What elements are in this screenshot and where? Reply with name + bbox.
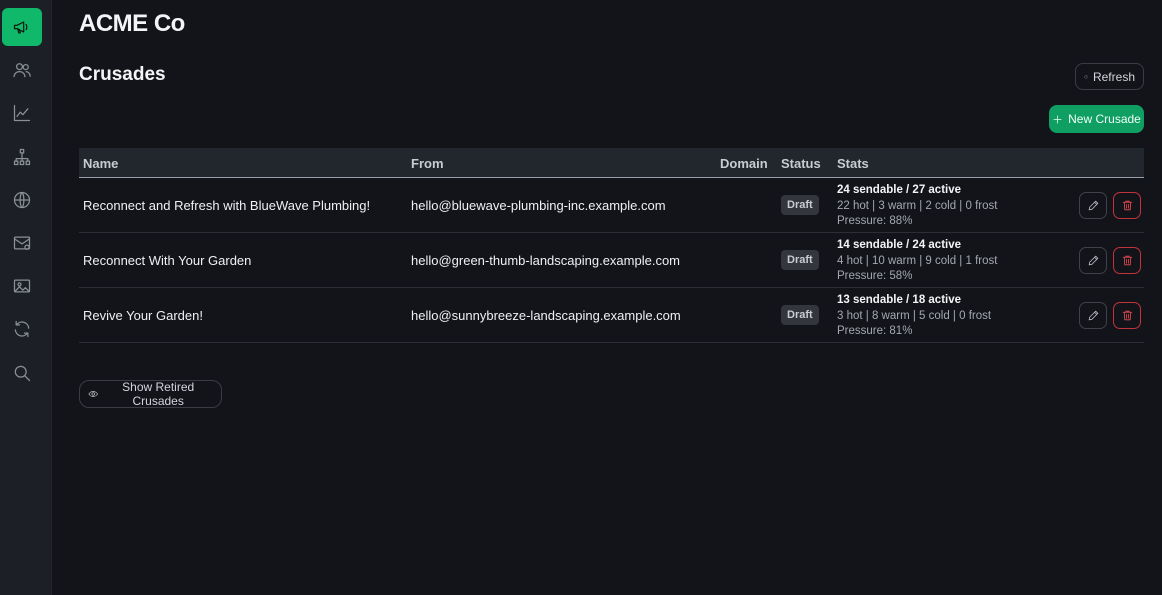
sidebar-item-contacts[interactable] (2, 51, 42, 89)
trash-icon (1122, 310, 1132, 321)
users-icon (13, 63, 31, 78)
table-row[interactable]: Revive Your Garden! hello@sunnybreeze-la… (79, 288, 1144, 343)
crusade-from: hello@green-thumb-landscaping.example.co… (411, 253, 681, 268)
stats-temperatures: 3 hot | 8 warm | 5 cold | 0 frost (837, 309, 992, 322)
globe-icon (13, 191, 31, 209)
hierarchy-icon (13, 148, 31, 166)
crusade-from: hello@sunnybreeze-landscaping.example.co… (411, 308, 681, 323)
stats-sendable: 24 sendable / 27 active (837, 184, 962, 196)
line-chart-icon (13, 104, 31, 122)
delete-button[interactable] (1113, 302, 1141, 329)
stats-sendable: 14 sendable / 24 active (837, 239, 962, 251)
sidebar-item-search[interactable] (2, 354, 42, 392)
new-crusade-button[interactable]: New Crusade (1049, 105, 1144, 133)
delete-button[interactable] (1113, 192, 1141, 219)
table-header: Name From Domain Status Stats (79, 148, 1144, 178)
sidebar-item-mail[interactable] (2, 224, 42, 262)
crusade-stats: 14 sendable / 24 active 4 hot | 10 warm … (837, 238, 997, 285)
sidebar-item-media[interactable] (2, 267, 42, 305)
delete-button[interactable] (1113, 247, 1141, 274)
status-badge: Draft (781, 305, 819, 325)
crusade-stats: 13 sendable / 18 active 3 hot | 8 warm |… (837, 293, 991, 340)
crusades-table: Name From Domain Status Stats Reconnect … (79, 148, 1144, 343)
table-row[interactable]: Reconnect and Refresh with BlueWave Plum… (79, 178, 1144, 233)
eye-icon (88, 391, 98, 397)
search-icon (14, 365, 31, 382)
pencil-icon (1088, 310, 1098, 321)
page-title: Crusades (79, 64, 166, 85)
pencil-icon (1088, 200, 1098, 211)
sidebar-item-analytics[interactable] (2, 94, 42, 132)
edit-button[interactable] (1079, 192, 1107, 219)
stats-temperatures: 22 hot | 3 warm | 2 cold | 0 frost (837, 199, 998, 212)
image-icon (13, 279, 31, 293)
stats-pressure: Pressure: 88% (837, 215, 913, 227)
refresh-label: Refresh (1092, 69, 1135, 84)
column-header-stats[interactable]: Stats (837, 156, 869, 171)
edit-button[interactable] (1079, 302, 1107, 329)
new-crusade-label: New Crusade (1068, 112, 1141, 126)
stats-temperatures: 4 hot | 10 warm | 9 cold | 1 frost (837, 254, 998, 267)
column-header-name[interactable]: Name (83, 156, 118, 171)
brand-title: ACME Co (79, 10, 185, 37)
mail-icon (13, 236, 31, 250)
crusade-name: Reconnect With Your Garden (83, 253, 252, 268)
stats-pressure: Pressure: 58% (837, 270, 913, 282)
sidebar-item-crusades[interactable] (2, 8, 42, 46)
show-retired-label: Show Retired Crusades (122, 380, 195, 408)
crusade-name: Revive Your Garden! (83, 308, 203, 323)
crusade-name: Reconnect and Refresh with BlueWave Plum… (83, 198, 371, 213)
sidebar-item-sync[interactable] (2, 310, 42, 348)
status-badge: Draft (781, 195, 819, 215)
table-row[interactable]: Reconnect With Your Garden hello@green-t… (79, 233, 1144, 288)
megaphone-icon (13, 21, 28, 34)
sidebar-item-domains[interactable] (2, 181, 42, 219)
sidebar-item-hierarchy[interactable] (2, 138, 42, 176)
status-badge: Draft (781, 250, 819, 270)
crusade-from: hello@bluewave-plumbing-inc.example.com (411, 198, 666, 213)
column-header-status[interactable]: Status (781, 156, 821, 171)
stats-pressure: Pressure: 81% (837, 325, 913, 337)
edit-button[interactable] (1079, 247, 1107, 274)
crusade-stats: 24 sendable / 27 active 22 hot | 3 warm … (837, 183, 997, 230)
trash-icon (1122, 200, 1132, 211)
plus-icon (1053, 114, 1062, 124)
column-header-domain[interactable]: Domain (720, 156, 768, 171)
sidebar (0, 0, 52, 595)
sync-icon (14, 320, 30, 338)
pencil-icon (1088, 255, 1098, 266)
refresh-button[interactable]: Refresh (1075, 63, 1144, 90)
refresh-icon (1084, 74, 1088, 78)
column-header-from[interactable]: From (411, 156, 444, 171)
stats-sendable: 13 sendable / 18 active (837, 294, 962, 306)
trash-icon (1122, 255, 1132, 266)
show-retired-button[interactable]: Show Retired Crusades (79, 380, 222, 408)
